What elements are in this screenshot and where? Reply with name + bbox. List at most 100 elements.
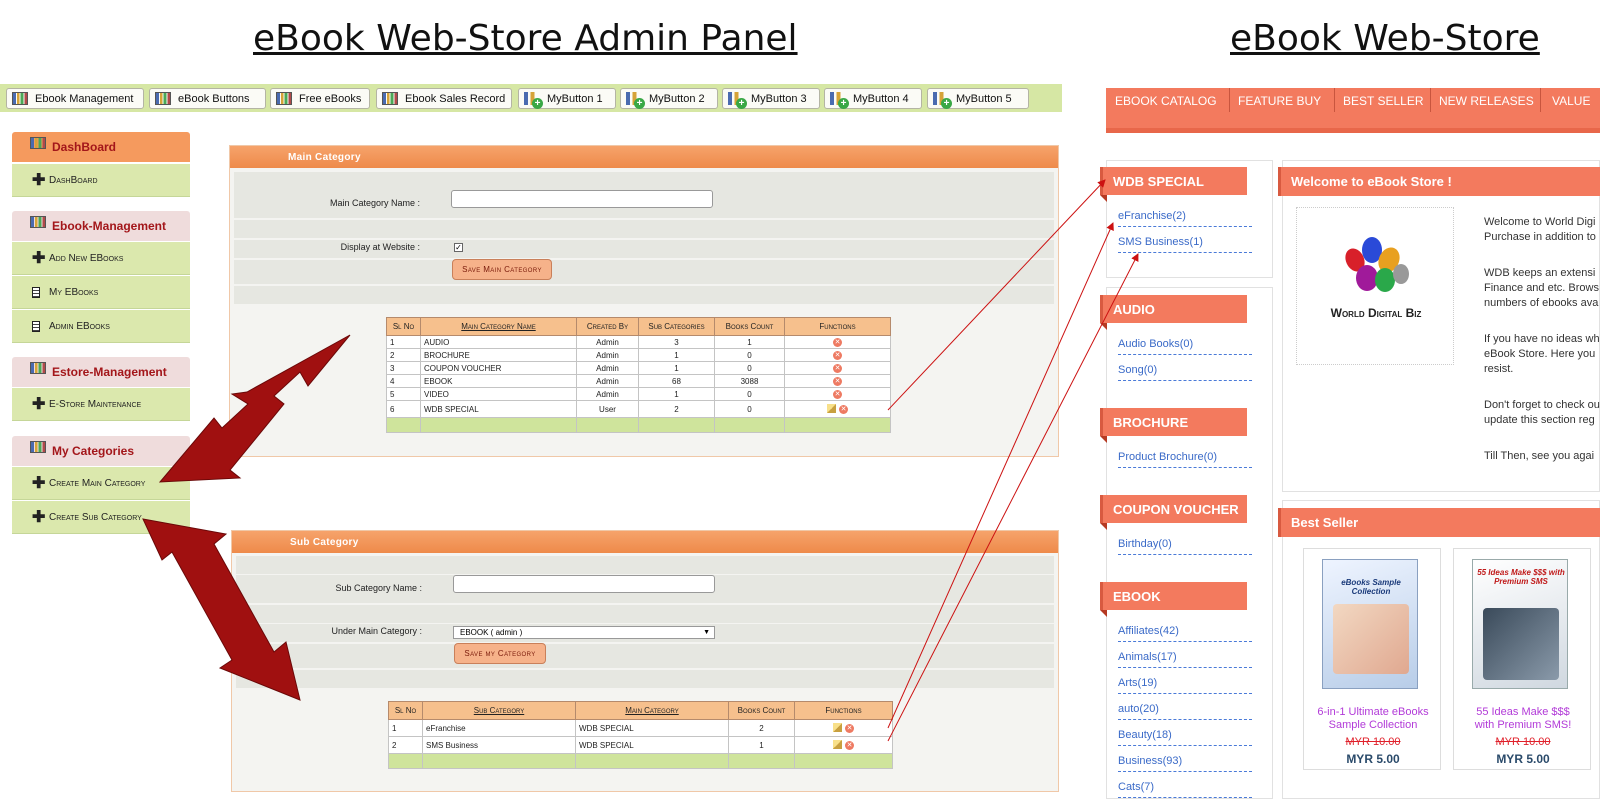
category-link-efranchise[interactable]: eFranchise(2) xyxy=(1118,210,1252,227)
category-link-sms-business[interactable]: SMS Business(1) xyxy=(1118,236,1252,253)
col-sub-category[interactable]: Sub Category xyxy=(422,701,576,720)
nav-best-seller[interactable]: BEST SELLER xyxy=(1343,94,1423,108)
sidebar-section-my-categories[interactable]: My Categories xyxy=(12,436,190,466)
table-row: 5 VIDEO Admin 1 0 ✕ xyxy=(386,387,891,401)
delete-icon[interactable]: ✕ xyxy=(833,351,842,360)
sidebar-item-dashboard[interactable]: ✚ DashBoard xyxy=(12,164,190,197)
save-main-category-button[interactable]: Save Main Category xyxy=(452,259,552,280)
edit-icon[interactable] xyxy=(827,404,836,414)
category-link-business[interactable]: Business(93) xyxy=(1118,755,1252,772)
welcome-line: resist. xyxy=(1484,363,1514,375)
cell-main-category: WDB SPECIAL xyxy=(575,719,729,737)
cell-sub-categories: 2 xyxy=(638,400,715,418)
sidebar-item-add-new-ebooks[interactable]: ✚ Add New EBooks xyxy=(12,242,190,275)
edit-icon[interactable] xyxy=(833,740,842,750)
plus-icon: ✚ xyxy=(32,396,46,413)
cell-books-count: 0 xyxy=(714,400,785,418)
sidebar-item-estore-maintenance[interactable]: ✚ E-Store Maintenance xyxy=(12,388,190,421)
add-chart-icon xyxy=(626,92,645,109)
delete-icon[interactable]: ✕ xyxy=(833,377,842,386)
edit-icon[interactable] xyxy=(833,723,842,733)
col-created-by: Created By xyxy=(576,317,639,336)
main-category-name-input[interactable] xyxy=(451,190,713,208)
sidebar-item-admin-ebooks[interactable]: Admin EBooks xyxy=(12,310,190,343)
category-link-audio-books[interactable]: Audio Books(0) xyxy=(1118,338,1252,355)
toolbar-button-free-ebooks[interactable]: Free eBooks xyxy=(270,88,370,109)
footer-cell xyxy=(575,753,729,769)
category-link-animals[interactable]: Animals(17) xyxy=(1118,651,1252,668)
delete-icon[interactable]: ✕ xyxy=(845,724,854,733)
sidebar-section-estore-management[interactable]: Estore-Management xyxy=(12,357,190,387)
category-link-birthday[interactable]: Birthday(0) xyxy=(1118,538,1252,555)
toolbar-button-mybutton-2[interactable]: MyButton 2 xyxy=(620,88,718,109)
category-title: EBOOK xyxy=(1113,588,1161,604)
table-row: 3 COUPON VOUCHER Admin 1 0 ✕ xyxy=(386,361,891,375)
col-main-category[interactable]: Main Category xyxy=(575,701,729,720)
category-link-product-brochure[interactable]: Product Brochure(0) xyxy=(1118,451,1252,468)
sidebar-section-ebook-management[interactable]: Ebook-Management xyxy=(12,211,190,241)
nav-feature-buy[interactable]: FEATURE BUY xyxy=(1238,94,1321,108)
nav-ebook-catalog[interactable]: EBOOK CATALOG xyxy=(1115,94,1217,108)
category-link-beauty[interactable]: Beauty(18) xyxy=(1118,729,1252,746)
cell-name: EBOOK xyxy=(420,374,577,388)
sidebar-section-title: DashBoard xyxy=(52,140,117,154)
save-my-category-button[interactable]: Save my Category xyxy=(454,643,546,664)
toolbar-button-label: MyButton 3 xyxy=(751,92,807,105)
main-category-panel-title: Main Category xyxy=(230,146,1058,168)
sidebar-section-dashboard[interactable]: DashBoard xyxy=(12,132,190,162)
product-card-2[interactable]: 55 Ideas Make $$$ with Premium SMS 55 Id… xyxy=(1453,548,1591,770)
toolbar-button-ebook-sales-record[interactable]: Ebook Sales Record xyxy=(376,88,512,109)
table-row: 6 WDB SPECIAL User 2 0 ✕ xyxy=(386,400,891,418)
delete-icon[interactable]: ✕ xyxy=(833,364,842,373)
bar-chart-icon xyxy=(30,216,46,228)
toolbar-button-mybutton-5[interactable]: MyButton 5 xyxy=(927,88,1029,109)
cell-sl: 1 xyxy=(386,335,421,349)
form-row xyxy=(234,260,1054,284)
delete-icon[interactable]: ✕ xyxy=(839,405,848,414)
welcome-title: Welcome to eBook Store ! xyxy=(1291,174,1452,189)
product-cover-art xyxy=(1483,608,1559,680)
toolbar-button-mybutton-4[interactable]: MyButton 4 xyxy=(824,88,922,109)
toolbar-button-ebook-buttons[interactable]: eBook Buttons xyxy=(149,88,266,109)
display-at-website-checkbox[interactable]: ✓ xyxy=(454,243,463,252)
toolbar-button-ebook-management[interactable]: Ebook Management xyxy=(6,88,144,109)
category-link-auto[interactable]: auto(20) xyxy=(1118,703,1252,720)
sidebar-item-create-sub-category[interactable]: ✚ Create Sub Category xyxy=(12,501,190,534)
welcome-line: WDB keeps an extensi xyxy=(1484,267,1596,279)
category-title: WDB SPECIAL xyxy=(1113,173,1204,189)
delete-icon[interactable]: ✕ xyxy=(833,390,842,399)
cell-functions: ✕ xyxy=(784,387,891,401)
under-main-category-label: Under Main Category : xyxy=(331,626,422,636)
category-link-arts[interactable]: Arts(19) xyxy=(1118,677,1252,694)
welcome-text-block: Welcome to World Digi Purchase in additi… xyxy=(1484,215,1600,464)
product-card-1[interactable]: eBooks Sample Collection 6-in-1 Ultimate… xyxy=(1303,548,1441,770)
form-row xyxy=(236,605,1054,623)
delete-icon[interactable]: ✕ xyxy=(833,338,842,347)
footer-cell xyxy=(714,417,785,433)
cell-functions: ✕ xyxy=(784,335,891,349)
sub-category-name-input[interactable] xyxy=(453,575,715,593)
category-link-affiliates[interactable]: Affiliates(42) xyxy=(1118,625,1252,642)
category-link-song[interactable]: Song(0) xyxy=(1118,364,1252,381)
col-main-category-name[interactable]: Main Category Name xyxy=(420,317,577,336)
sub-category-panel: Sub Category Sub Category Name : Under M… xyxy=(231,530,1059,792)
nav-new-releases[interactable]: NEW RELEASES xyxy=(1439,94,1534,108)
toolbar-button-label: Free eBooks xyxy=(299,92,362,105)
product-name-2[interactable]: 55 Ideas Make $$$ with Premium SMS! xyxy=(1454,706,1592,732)
nav-value[interactable]: VALUE xyxy=(1552,94,1590,108)
cell-sl: 1 xyxy=(388,719,423,737)
toolbar-button-mybutton-3[interactable]: MyButton 3 xyxy=(722,88,820,109)
web-store-heading: eBook Web-Store xyxy=(1230,18,1540,59)
product-name-1[interactable]: 6-in-1 Ultimate eBooks Sample Collection xyxy=(1304,706,1442,732)
add-chart-icon xyxy=(524,92,543,109)
add-chart-icon xyxy=(830,92,849,109)
sidebar-item-my-ebooks[interactable]: My EBooks xyxy=(12,276,190,309)
category-link-cats[interactable]: Cats(7) xyxy=(1118,781,1252,798)
delete-icon[interactable]: ✕ xyxy=(845,741,854,750)
form-row xyxy=(234,286,1054,304)
cell-name: BROCHURE xyxy=(420,348,577,362)
sidebar-item-create-main-category[interactable]: ✚ Create Main Category xyxy=(12,467,190,500)
cell-created-by: Admin xyxy=(576,335,639,349)
toolbar-button-mybutton-1[interactable]: MyButton 1 xyxy=(518,88,616,109)
under-main-category-select[interactable]: EBOOK ( admin ) ▼ xyxy=(453,626,715,639)
